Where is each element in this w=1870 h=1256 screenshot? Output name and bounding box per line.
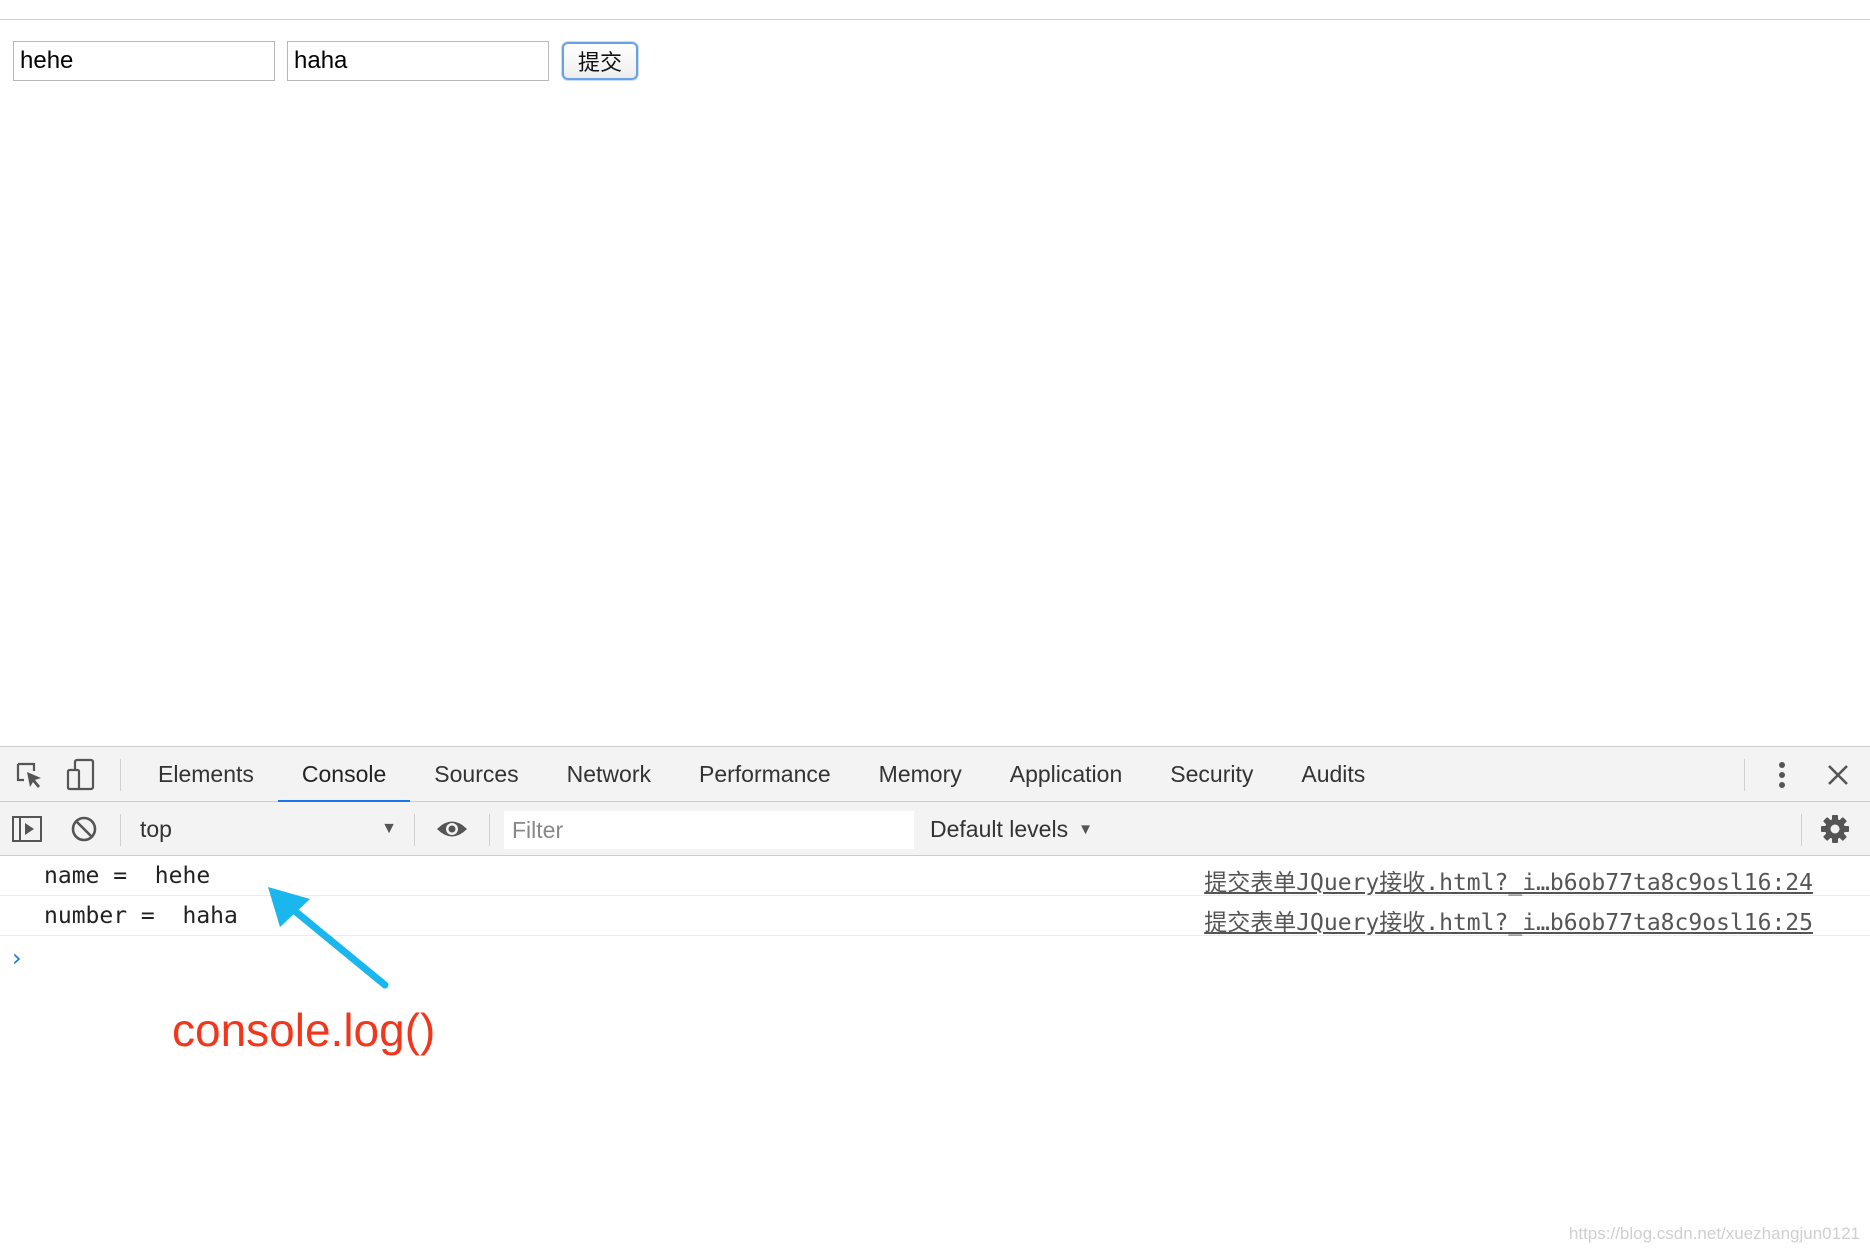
- annotation-label: console.log(): [172, 1004, 436, 1056]
- log-source-link[interactable]: 提交表单JQuery接收.html?_i…b6ob77ta8c9osl16:25: [1204, 903, 1813, 937]
- tab-application[interactable]: Application: [986, 747, 1147, 802]
- log-levels-dropdown[interactable]: Default levels ▼: [930, 812, 1093, 846]
- context-value: top: [140, 815, 172, 842]
- log-message: name = hehe: [44, 863, 211, 889]
- devtools-tabbar: Elements Console Sources Network Perform…: [0, 746, 1870, 803]
- submit-button[interactable]: 提交: [562, 42, 638, 80]
- annotation-arrow-icon: [268, 887, 389, 989]
- toolbar-separator: [1744, 759, 1745, 791]
- dropdown-arrow-icon: ▼: [1078, 820, 1093, 838]
- tab-console[interactable]: Console: [277, 747, 411, 803]
- toolbar-separator: [1801, 814, 1802, 846]
- tab-audits[interactable]: Audits: [1277, 747, 1389, 802]
- number-input[interactable]: [287, 41, 549, 81]
- tab-memory[interactable]: Memory: [855, 747, 986, 802]
- name-input[interactable]: [13, 41, 275, 81]
- clear-console-icon[interactable]: [68, 813, 100, 845]
- devtools-panel: Elements Console Sources Network Perform…: [0, 746, 1870, 1256]
- sidebar-toggle-icon[interactable]: [10, 813, 44, 845]
- toolbar-separator: [414, 814, 415, 846]
- context-selector[interactable]: top ▼: [140, 812, 400, 846]
- toolbar-separator: [120, 814, 121, 846]
- tab-elements[interactable]: Elements: [134, 747, 278, 802]
- log-source-link[interactable]: 提交表单JQuery接收.html?_i…b6ob77ta8c9osl16:24: [1204, 863, 1813, 897]
- tab-network[interactable]: Network: [543, 747, 675, 802]
- toolbar-separator: [120, 759, 121, 791]
- inspect-element-icon[interactable]: [12, 759, 46, 791]
- close-icon[interactable]: [1822, 759, 1854, 791]
- dropdown-arrow-icon: ▼: [381, 820, 397, 837]
- toolbar-separator: [489, 814, 490, 846]
- console-prompt-icon[interactable]: ›: [12, 944, 22, 972]
- log-levels-label: Default levels: [930, 815, 1069, 842]
- more-options-icon[interactable]: [1770, 759, 1794, 791]
- devtools-tabs: Elements Console Sources Network Perform…: [134, 747, 1389, 803]
- tab-security[interactable]: Security: [1146, 747, 1277, 802]
- watermark: https://blog.csdn.net/xuezhangjun0121: [1568, 1224, 1860, 1243]
- tab-performance[interactable]: Performance: [675, 747, 855, 802]
- settings-gear-icon[interactable]: [1818, 813, 1852, 845]
- tab-sources[interactable]: Sources: [410, 747, 542, 802]
- top-divider: [0, 19, 1870, 20]
- live-expression-eye-icon[interactable]: [432, 813, 472, 845]
- device-toolbar-icon[interactable]: [64, 757, 98, 793]
- log-message: number = haha: [44, 903, 238, 929]
- form: 提交: [13, 41, 638, 81]
- console-toolbar: top ▼ Default levels ▼: [0, 802, 1870, 856]
- filter-input[interactable]: [504, 811, 914, 849]
